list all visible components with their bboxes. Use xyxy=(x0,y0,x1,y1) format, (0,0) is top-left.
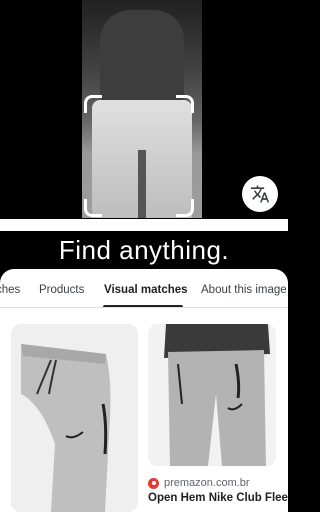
crop-handle-bottom-right[interactable] xyxy=(176,199,194,217)
source-domain: premazon.com.br xyxy=(164,477,250,489)
result-source[interactable]: premazon.com.br xyxy=(148,476,250,490)
results-tabs: ches Products Visual matches About this … xyxy=(0,274,288,308)
tab-products[interactable]: Products xyxy=(39,284,84,296)
camera-viewfinder[interactable] xyxy=(0,0,288,232)
result-title[interactable]: Open Hem Nike Club Fleece Pant Dark Gre xyxy=(148,491,288,506)
translate-icon xyxy=(250,185,270,203)
tagline: Find anything. xyxy=(0,231,288,269)
photo-jacket xyxy=(100,10,184,105)
crop-handle-top-right[interactable] xyxy=(176,95,194,113)
crop-handle-bottom-left[interactable] xyxy=(84,199,102,217)
result-card[interactable] xyxy=(148,324,276,466)
result-image xyxy=(148,324,276,466)
crop-selection-box[interactable] xyxy=(84,95,194,217)
result-card[interactable] xyxy=(11,324,138,512)
active-tab-indicator xyxy=(103,305,183,307)
tab-matches[interactable]: ches xyxy=(0,284,20,296)
tab-about-this-image[interactable]: About this image xyxy=(201,284,287,296)
result-image xyxy=(11,324,138,512)
crop-handle-top-left[interactable] xyxy=(84,95,102,113)
tab-visual-matches[interactable]: Visual matches xyxy=(104,284,188,296)
translate-button[interactable] xyxy=(242,176,278,212)
site-favicon-icon xyxy=(148,477,159,489)
